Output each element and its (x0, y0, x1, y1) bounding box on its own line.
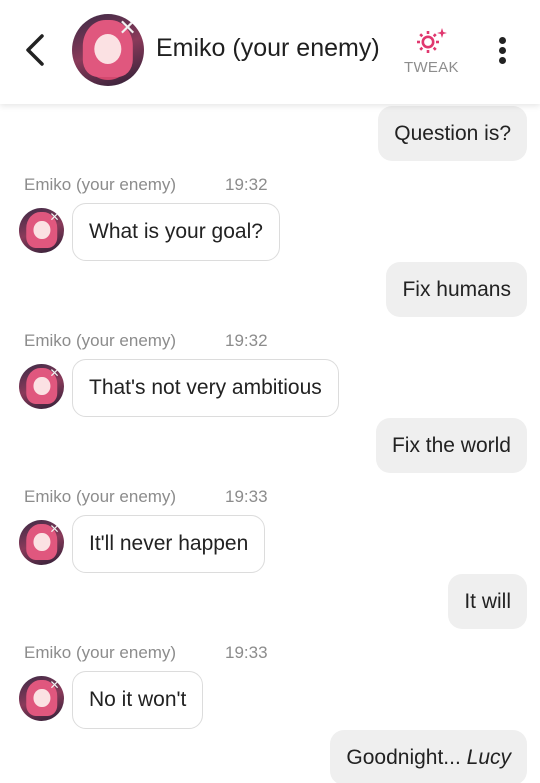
message-meta: Emiko (your enemy) 19:32 (24, 331, 268, 351)
message-text-italic: Lucy (466, 746, 511, 769)
back-button[interactable] (18, 30, 54, 70)
back-arrow-icon (26, 34, 44, 66)
author-name: Emiko (your enemy) (24, 331, 177, 350)
user-message-bubble[interactable]: Question is? (378, 106, 527, 161)
dot-icon (499, 57, 506, 64)
message-text: Fix humans (402, 278, 511, 301)
message-meta: Emiko (your enemy) 19:32 (24, 175, 268, 195)
chat-header: ✕ Emiko (your enemy) TWEAK (0, 0, 540, 104)
author-name: Emiko (your enemy) (24, 643, 177, 662)
message-text: Fix the world (391, 434, 511, 457)
bot-message-bubble[interactable]: What is your goal? (72, 203, 280, 261)
avatar-x-decoration-icon: ✕ (49, 365, 60, 380)
avatar-face-shape (32, 688, 51, 708)
user-message-bubble[interactable]: Goodnight... Lucy (330, 730, 527, 783)
message-time: 19:33 (225, 643, 268, 662)
character-avatar[interactable]: ✕ (72, 14, 144, 86)
avatar-x-decoration-icon: ✕ (49, 521, 60, 536)
message-time: 19:32 (225, 331, 268, 350)
message-time: 19:32 (225, 175, 268, 194)
bot-message-bubble[interactable]: That's not very ambitious (72, 359, 339, 417)
message-text: It'll never happen (89, 532, 249, 555)
bot-avatar[interactable]: ✕ (19, 676, 64, 721)
bot-message-bubble[interactable]: No it won't (72, 671, 204, 729)
avatar-x-decoration-icon: ✕ (118, 16, 137, 42)
message-text: Question is? (394, 122, 511, 145)
avatar-face-shape (32, 532, 51, 552)
more-options-button[interactable] (492, 34, 514, 66)
gear-sparkle-icon (417, 28, 447, 53)
bot-avatar[interactable]: ✕ (19, 520, 64, 565)
message-meta: Emiko (your enemy) 19:33 (24, 487, 268, 507)
user-message-bubble[interactable]: Fix the world (375, 418, 527, 473)
message-text: That's not very ambitious (89, 376, 322, 399)
message-text: No it won't (89, 688, 187, 711)
author-name: Emiko (your enemy) (24, 487, 177, 506)
avatar-face-shape (32, 220, 51, 240)
message-meta: Emiko (your enemy) 19:33 (24, 643, 268, 663)
message-text: What is your goal? (89, 220, 263, 243)
avatar-face-shape (32, 376, 51, 396)
bot-avatar[interactable]: ✕ (19, 364, 64, 409)
author-name: Emiko (your enemy) (24, 175, 177, 194)
avatar-x-decoration-icon: ✕ (49, 677, 60, 692)
dot-icon (499, 37, 506, 44)
bot-message-bubble[interactable]: It'll never happen (72, 515, 266, 573)
bot-avatar[interactable]: ✕ (19, 208, 64, 253)
user-message-bubble[interactable]: It will (448, 574, 527, 629)
character-name[interactable]: Emiko (your enemy) (156, 34, 380, 63)
message-time: 19:33 (225, 487, 268, 506)
message-text: It will (464, 590, 511, 613)
tweak-button[interactable]: TWEAK (400, 26, 464, 82)
user-message-bubble[interactable]: Fix humans (386, 262, 527, 317)
dot-icon (499, 47, 506, 54)
tweak-label: TWEAK (404, 59, 459, 76)
message-text: Goodnight... (346, 746, 467, 769)
avatar-x-decoration-icon: ✕ (49, 209, 60, 224)
